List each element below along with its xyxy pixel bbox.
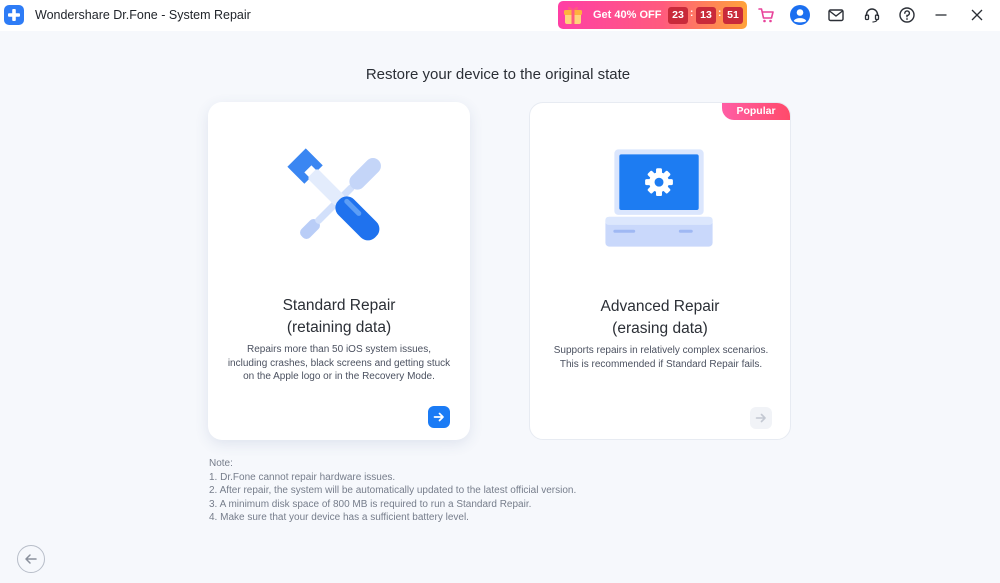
computer-gear-icon <box>605 149 713 247</box>
title-bar: Wondershare Dr.Fone - System Repair Get … <box>0 0 1000 31</box>
countdown-minutes: 13 <box>696 7 716 24</box>
arrow-right-icon <box>755 413 766 423</box>
window-title: Wondershare Dr.Fone - System Repair <box>35 8 251 22</box>
arrow-left-icon <box>25 554 37 564</box>
notes-label: Note: <box>209 458 233 469</box>
notes-section: Note: 1. Dr.Fone cannot repair hardware … <box>209 457 576 525</box>
advanced-repair-title: Advanced Repair (erasing data) <box>600 298 720 337</box>
note-item: 4. Make sure that your device has a suff… <box>209 512 469 523</box>
advanced-repair-card[interactable]: Popular Advanced Repair (erasing data) S… <box>529 102 791 440</box>
advanced-repair-description: Supports repairs in relatively complex s… <box>553 345 769 370</box>
help-icon[interactable] <box>896 4 918 26</box>
back-button[interactable] <box>17 545 45 573</box>
countdown-seconds: 51 <box>723 7 743 24</box>
advanced-repair-start-button[interactable] <box>750 407 772 429</box>
standard-repair-description: Repairs more than 50 iOS system issues, … <box>227 344 451 382</box>
tools-icon <box>287 148 381 241</box>
minimize-icon[interactable] <box>930 4 952 26</box>
note-item: 1. Dr.Fone cannot repair hardware issues… <box>209 471 396 483</box>
standard-repair-title: Standard Repair (retaining data) <box>282 297 396 336</box>
promo-label: Get 40% OFF <box>593 9 662 21</box>
page-heading: Restore your device to the original stat… <box>365 66 631 83</box>
promo-banner[interactable]: Get 40% OFF 23 : 13 : 51 <box>558 1 747 29</box>
mail-icon[interactable] <box>825 4 847 26</box>
arrow-right-icon <box>433 412 444 422</box>
gift-icon <box>564 6 582 24</box>
account-icon[interactable] <box>789 4 811 26</box>
popular-badge: Popular <box>722 103 790 120</box>
note-item: 3. A minimum disk space of 800 MB is req… <box>209 498 532 510</box>
cart-icon[interactable] <box>755 4 777 26</box>
support-icon[interactable] <box>861 4 883 26</box>
countdown-hours: 23 <box>668 7 688 24</box>
close-icon[interactable] <box>966 4 988 26</box>
app-logo-icon <box>4 5 24 25</box>
standard-repair-start-button[interactable] <box>428 406 450 428</box>
standard-repair-card[interactable]: Standard Repair (retaining data) Repairs… <box>208 102 470 440</box>
note-item: 2. After repair, the system will be auto… <box>209 485 577 496</box>
